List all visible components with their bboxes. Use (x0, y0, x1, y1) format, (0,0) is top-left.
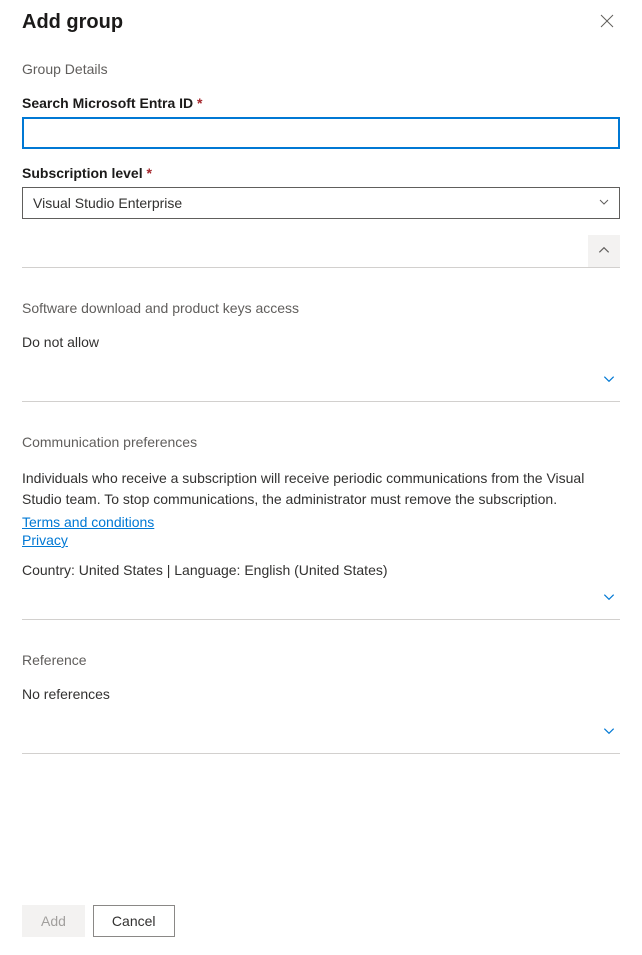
communication-description: Individuals who receive a subscription w… (22, 468, 620, 510)
required-asterisk: * (197, 95, 202, 111)
close-icon (600, 14, 614, 31)
reference-value: No references (22, 686, 620, 702)
chevron-down-icon (602, 592, 616, 607)
terms-link[interactable]: Terms and conditions (22, 514, 154, 530)
close-button[interactable] (594, 8, 620, 37)
collapse-toggle[interactable] (588, 235, 620, 267)
chevron-up-icon (597, 243, 611, 260)
subscription-label: Subscription level * (22, 165, 620, 181)
chevron-down-icon (602, 726, 616, 741)
search-entra-input[interactable] (22, 117, 620, 149)
subscription-level-select[interactable]: Visual Studio Enterprise (22, 187, 620, 219)
panel-title: Add group (22, 11, 123, 34)
search-label: Search Microsoft Entra ID * (22, 95, 620, 111)
communication-section-title: Communication preferences (22, 434, 620, 450)
add-button[interactable]: Add (22, 905, 85, 937)
software-expand-button[interactable] (598, 368, 620, 393)
communication-section: Communication preferences Individuals wh… (22, 402, 620, 620)
cancel-button[interactable]: Cancel (93, 905, 175, 937)
reference-section-title: Reference (22, 652, 620, 668)
group-details-header: Group Details (22, 61, 620, 77)
reference-section: Reference No references (22, 620, 620, 754)
software-access-value: Do not allow (22, 334, 620, 350)
software-section: Software download and product keys acces… (22, 268, 620, 402)
software-section-title: Software download and product keys acces… (22, 300, 620, 316)
communication-expand-button[interactable] (598, 586, 620, 611)
privacy-link[interactable]: Privacy (22, 532, 68, 548)
reference-expand-button[interactable] (598, 720, 620, 745)
required-asterisk: * (146, 165, 151, 181)
chevron-down-icon (602, 374, 616, 389)
locale-text: Country: United States | Language: Engli… (22, 562, 620, 578)
